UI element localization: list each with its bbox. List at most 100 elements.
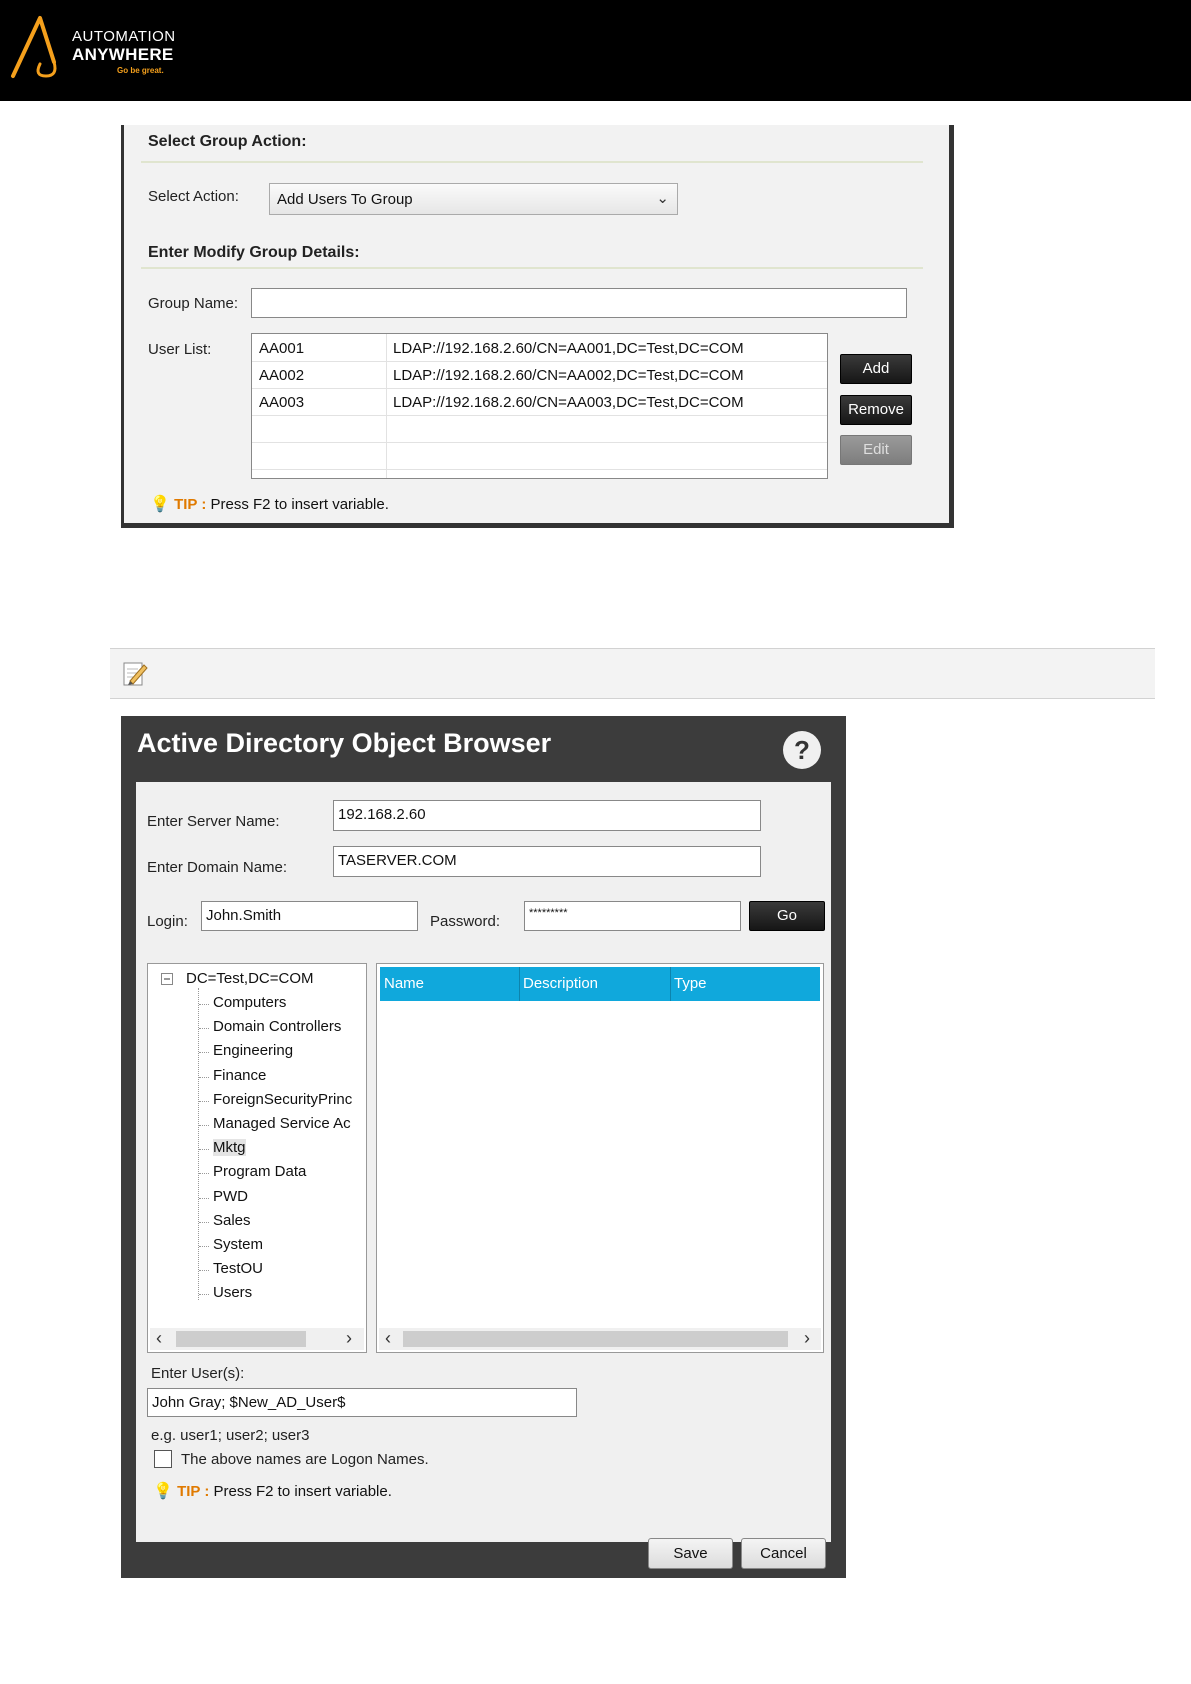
logon-names-checkbox-label: The above names are Logon Names. <box>181 1451 429 1468</box>
tree-item-finance[interactable]: Finance <box>213 1067 266 1084</box>
scrollbar-thumb[interactable] <box>403 1331 788 1347</box>
select-action-label: Select Action: <box>148 188 239 205</box>
chevron-down-icon: ⌄ <box>656 190 669 207</box>
ad-object-browser-dialog: Active Directory Object Browser ? Enter … <box>121 716 846 1578</box>
password-label: Password: <box>430 913 501 930</box>
example-text: e.g. user1; user2; user3 <box>151 1427 310 1444</box>
edit-button[interactable]: Edit <box>840 435 912 465</box>
enter-users-input[interactable]: John Gray; $New_AD_User$ <box>147 1388 577 1417</box>
tree-connector <box>199 1294 209 1296</box>
note-pencil-icon <box>123 662 148 686</box>
group-name-label: Group Name: <box>148 295 239 312</box>
save-button[interactable]: Save <box>648 1538 733 1569</box>
grid-header: Name Description Type <box>380 967 820 1001</box>
tree-horizontal-scrollbar[interactable]: ‹ › <box>150 1328 364 1350</box>
grid-horizontal-scrollbar[interactable]: ‹ › <box>379 1328 821 1350</box>
add-button[interactable]: Add <box>840 354 912 384</box>
column-header-type[interactable]: Type <box>674 975 707 992</box>
tree-item-program-data[interactable]: Program Data <box>213 1163 306 1180</box>
tip-line: 💡 TIP : Press F2 to insert variable. <box>153 1481 392 1501</box>
scrollbar-thumb[interactable] <box>176 1331 306 1347</box>
logo-text-line1: AUTOMATION <box>72 28 176 45</box>
remove-button[interactable]: Remove <box>840 395 912 425</box>
column-divider <box>670 967 671 1001</box>
scroll-left-icon[interactable]: ‹ <box>156 1328 162 1349</box>
group-name-input[interactable] <box>251 288 907 318</box>
logon-names-checkbox[interactable] <box>154 1450 172 1468</box>
section-title-modify-group-details: Enter Modify Group Details: <box>148 244 360 261</box>
automation-anywhere-logo: AUTOMATION ANYWHERE Go be great. <box>10 14 210 84</box>
user-list-label: User List: <box>148 341 212 358</box>
table-row[interactable] <box>252 415 827 443</box>
tree-item-foreignsecurityprinc[interactable]: ForeignSecurityPrinc <box>213 1091 352 1108</box>
table-row[interactable]: AA002 LDAP://192.168.2.60/CN=AA002,DC=Te… <box>252 361 827 389</box>
table-row[interactable]: AA001 LDAP://192.168.2.60/CN=AA001,DC=Te… <box>252 334 827 362</box>
select-action-dropdown[interactable]: Add Users To Group ⌄ <box>269 183 678 215</box>
tree-connector <box>199 1173 209 1175</box>
dialog-title: Active Directory Object Browser <box>137 728 552 758</box>
go-button[interactable]: Go <box>749 901 825 931</box>
tree-item-system[interactable]: System <box>213 1236 263 1253</box>
tip-label: TIP : <box>174 496 207 513</box>
cancel-button[interactable]: Cancel <box>741 1538 826 1569</box>
column-divider <box>519 967 520 1001</box>
column-header-name[interactable]: Name <box>384 975 424 992</box>
tip-text: Press F2 to insert variable. <box>213 1483 392 1500</box>
lightbulb-icon: 💡 <box>150 496 170 513</box>
tree-connector <box>199 1076 209 1078</box>
tip-text: Press F2 to insert variable. <box>210 496 389 513</box>
tree-item-engineering[interactable]: Engineering <box>213 1042 293 1059</box>
table-row[interactable]: AA003 LDAP://192.168.2.60/CN=AA003,DC=Te… <box>252 388 827 416</box>
tree-root-node[interactable]: DC=Test,DC=COM <box>186 970 314 987</box>
tree-item-domain-controllers[interactable]: Domain Controllers <box>213 1018 341 1035</box>
tree-item-testou[interactable]: TestOU <box>213 1260 263 1277</box>
help-icon[interactable]: ? <box>783 731 821 769</box>
collapse-icon[interactable] <box>161 973 173 985</box>
table-row[interactable] <box>252 442 827 470</box>
tree-connector <box>199 1221 209 1223</box>
note-bar <box>110 648 1155 699</box>
tree-connector <box>198 988 199 1300</box>
tip-line: 💡 TIP : Press F2 to insert variable. <box>150 494 389 514</box>
column-header-description[interactable]: Description <box>523 975 598 992</box>
server-name-input[interactable]: 192.168.2.60 <box>333 800 761 831</box>
tree-item-sales[interactable]: Sales <box>213 1212 251 1229</box>
tree-connector <box>199 1149 209 1151</box>
login-input[interactable]: John.Smith <box>201 901 418 931</box>
tree-item-pwd[interactable]: PWD <box>213 1188 248 1205</box>
tree-connector <box>199 1197 209 1199</box>
logo-tagline: Go be great. <box>117 66 164 75</box>
scroll-left-icon[interactable]: ‹ <box>385 1328 391 1349</box>
password-input[interactable]: ********* <box>524 901 741 931</box>
ou-tree-view[interactable]: DC=Test,DC=COM Computers Domain Controlle… <box>147 963 367 1353</box>
tree-connector <box>199 1246 209 1247</box>
section-title-select-group-action: Select Group Action: <box>148 133 307 150</box>
user-list-table[interactable]: AA001 LDAP://192.168.2.60/CN=AA001,DC=Te… <box>251 333 828 479</box>
domain-name-input[interactable]: TASERVER.COM <box>333 846 761 877</box>
section-divider <box>141 267 923 269</box>
login-label: Login: <box>147 913 188 930</box>
logo-text-line2: ANYWHERE <box>72 45 174 64</box>
server-name-label: Enter Server Name: <box>147 813 280 830</box>
tree-connector <box>199 1100 209 1102</box>
user-id-cell: AA002 <box>259 367 305 384</box>
scroll-right-icon[interactable]: › <box>804 1328 810 1349</box>
section-divider <box>141 161 923 163</box>
tree-item-mktg[interactable]: Mktg <box>213 1139 246 1157</box>
tip-label: TIP : <box>177 1483 210 1500</box>
select-action-value: Add Users To Group <box>277 191 413 208</box>
domain-name-label: Enter Domain Name: <box>147 859 288 876</box>
tree-connector <box>199 1028 209 1030</box>
tree-item-computers[interactable]: Computers <box>213 994 286 1011</box>
tree-connector <box>199 1125 209 1126</box>
logo-a-icon <box>11 16 57 78</box>
user-id-cell: AA001 <box>259 340 305 357</box>
tree-item-users[interactable]: Users <box>213 1284 252 1301</box>
results-grid[interactable]: Name Description Type ‹ › <box>376 963 824 1353</box>
scroll-right-icon[interactable]: › <box>346 1328 352 1349</box>
tree-item-managed-service-ac[interactable]: Managed Service Ac <box>213 1115 351 1132</box>
user-path-cell: LDAP://192.168.2.60/CN=AA001,DC=Test,DC=… <box>393 340 744 357</box>
tree-connector <box>199 1004 209 1005</box>
header-bar: AUTOMATION ANYWHERE Go be great. <box>0 0 1191 101</box>
lightbulb-icon: 💡 <box>153 1483 173 1500</box>
